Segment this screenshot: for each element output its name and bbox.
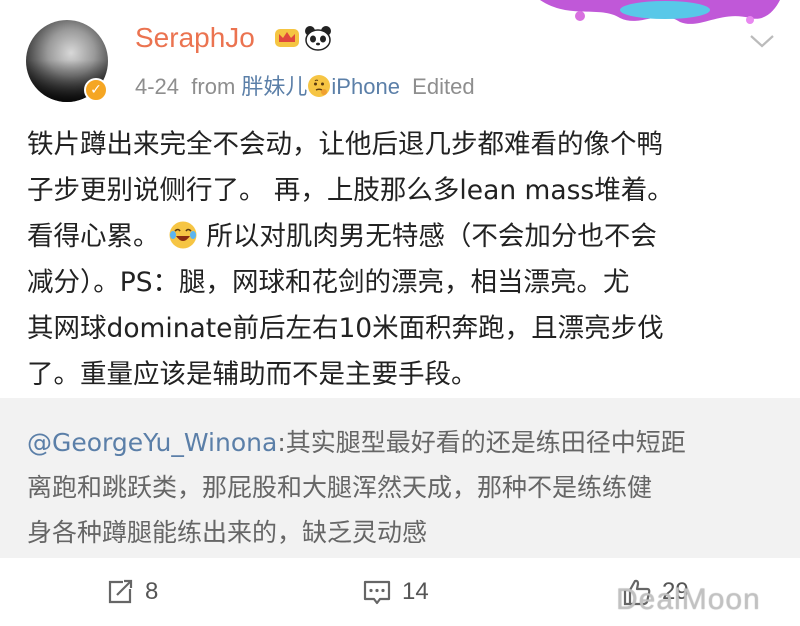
from-label: from [191, 74, 236, 99]
quote-line: 离跑和跳跃类，那屁股和大腿浑然天成，那种不是练练健 [27, 473, 653, 502]
repost-count: 8 [145, 578, 159, 605]
quoted-reply-text: @GeorgeYu_Winona:其实腿型最好看的还是练田径中短距 离跑和跳跃类… [27, 420, 777, 555]
post-text-line: 减分）。PS：腿，网球和花剑的漂亮，相当漂亮。尤 [27, 267, 630, 298]
verified-badge-icon: ✓ [84, 78, 108, 102]
post-text-line: 铁片蹲出来完全不会动，让他后退几步都难看的像个鸭 [27, 129, 663, 160]
quoted-reply[interactable]: @GeorgeYu_Winona:其实腿型最好看的还是练田径中短距 离跑和跳跃类… [0, 398, 800, 558]
mention-link[interactable]: @GeorgeYu_Winona [27, 428, 277, 457]
source-link[interactable]: 胖妹儿 [241, 74, 307, 99]
post-text-line: 看得心累。 所以对肌肉男无特感（不会加分也不会 [27, 214, 777, 260]
laughing-crying-icon [169, 221, 197, 249]
edited-label: Edited [412, 74, 475, 99]
device-label: iPhone [331, 74, 400, 99]
quote-text-segment: :其实腿型最好看的还是练田径中短距 [277, 428, 686, 457]
post-header: ✓ SeraphJo 4-24 from 胖妹儿 iPhone Edited [0, 0, 800, 120]
repost-button[interactable]: 8 [105, 576, 158, 608]
post-text-line: 其网球dominate前后左右10米面积奔跑，且漂亮步伐 [27, 313, 664, 344]
thinking-face-icon [308, 75, 331, 97]
post-meta: 4-24 from 胖妹儿 iPhone Edited [135, 69, 475, 101]
repost-icon [108, 579, 133, 604]
post-body: 铁片蹲出来完全不会动，让他后退几步都难看的像个鸭 子步更别说侧行了。 再，上肢那… [27, 122, 777, 398]
quote-line: @GeorgeYu_Winona:其实腿型最好看的还是练田径中短距 [27, 420, 777, 465]
panda-icon [305, 26, 331, 51]
chevron-down-icon[interactable] [748, 32, 776, 50]
quote-line: 身各种蹲腿能练出来的，缺乏灵动感 [27, 518, 428, 547]
comment-button[interactable]: 14 [362, 576, 429, 608]
post-text-line: 子步更别说侧行了。 再，上肢那么多lean mass堆着。 [27, 175, 674, 206]
comment-count: 14 [402, 578, 429, 605]
watermark: DealMoon [616, 583, 761, 616]
post-text-segment: 所以对肌肉男无特感（不会加分也不会 [197, 221, 657, 252]
post-text-line: 了。重量应该是辅助而不是主要手段。 [27, 359, 478, 390]
crown-icon [275, 29, 299, 47]
post-text-segment: 看得心累。 [27, 221, 160, 252]
comment-icon [363, 580, 391, 605]
author-name[interactable]: SeraphJo [135, 22, 255, 54]
post-date: 4-24 [135, 74, 180, 99]
